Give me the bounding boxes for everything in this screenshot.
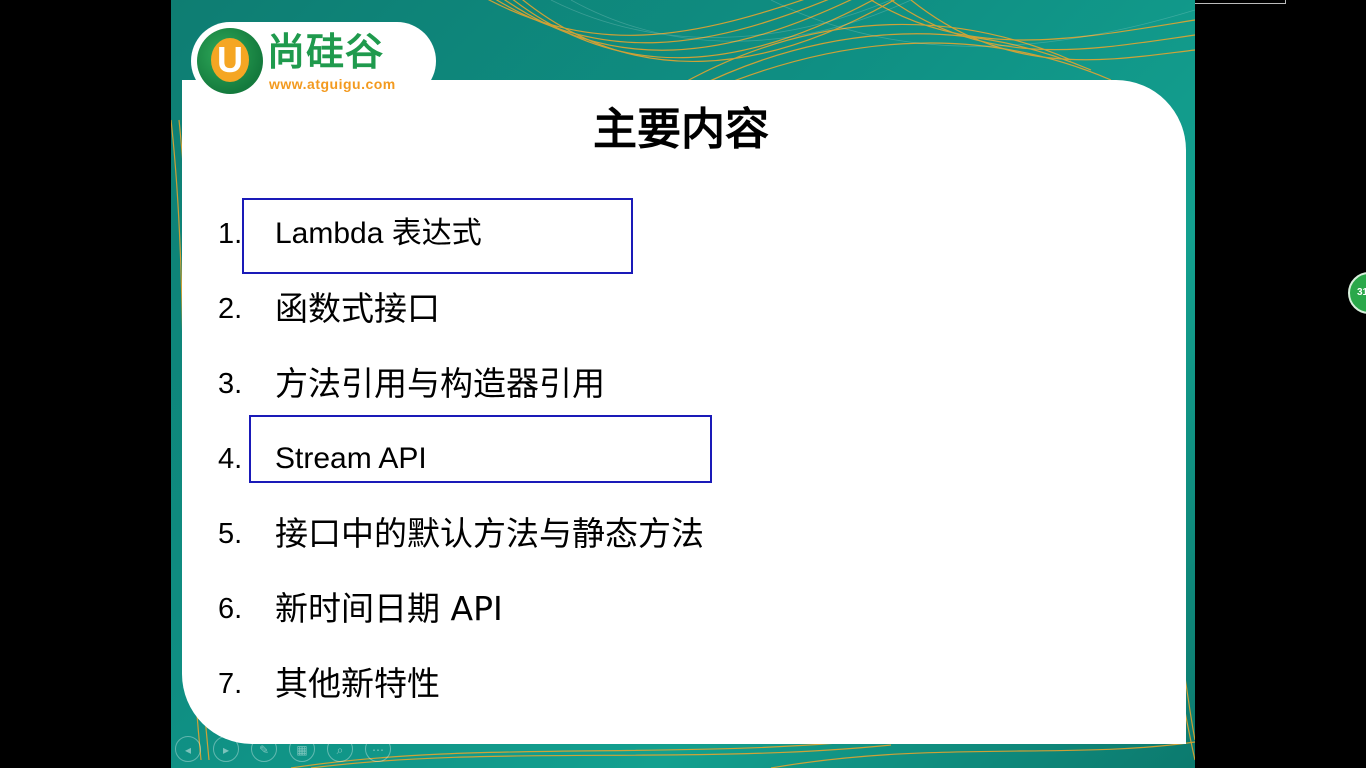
logo-url: www.atguigu.com [269,76,396,92]
list-item-text: 其他新特性 [275,664,440,703]
list-item-text: 方法引用与构造器引用 [275,364,605,403]
chevron-right-icon: ▸ [222,743,230,757]
list-item-number: 6. [218,593,243,625]
slide-content-area [182,80,1186,744]
list-item-number: 3. [218,368,243,400]
magnifier-icon: ⌕ [336,743,344,757]
logo-u-mark: U [197,28,263,94]
ellipsis-icon: ⋯ [372,743,384,757]
floating-counter-badge[interactable]: 31 [1348,272,1366,314]
highlight-box [242,198,633,274]
list-item-text: 函数式接口 [275,289,440,328]
chevron-left-icon: ◂ [184,743,192,757]
badge-count: 31 [1357,287,1366,298]
brand-logo: U 尚硅谷 www.atguigu.com [191,22,436,100]
list-item-number: 5. [218,518,243,550]
zoom-button[interactable]: ⌕ [327,736,353,762]
logo-u-letter: U [211,38,249,82]
slideshow-toolbar: ◂ ▸ ✎ ▦ ⌕ ⋯ [175,736,391,764]
screen: U 尚硅谷 www.atguigu.com 主要内容 1. Lambda 表达式… [0,0,1366,768]
pen-tool-button[interactable]: ✎ [251,736,277,762]
list-item-number: 2. [218,293,243,325]
next-slide-button[interactable]: ▸ [213,736,239,762]
slide-sorter-button[interactable]: ▦ [289,736,315,762]
highlight-box [249,415,712,483]
list-item-text: 接口中的默认方法与静态方法 [275,514,704,553]
list-item-text: 新时间日期 API [275,589,503,628]
list-item-number: 7. [218,668,243,700]
presentation-slide: U 尚硅谷 www.atguigu.com 主要内容 1. Lambda 表达式… [171,0,1195,768]
logo-brand-name: 尚硅谷 [267,30,385,74]
previous-slide-button[interactable]: ◂ [175,736,201,762]
pen-icon: ✎ [258,743,270,757]
slide-title: 主要内容 [593,104,769,155]
grid-icon: ▦ [296,743,308,757]
more-options-button[interactable]: ⋯ [365,736,391,762]
